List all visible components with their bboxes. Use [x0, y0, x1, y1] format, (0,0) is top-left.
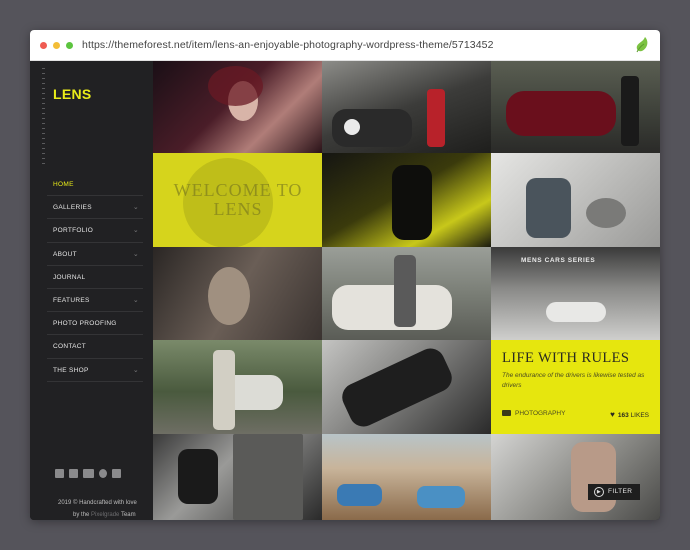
- flickr-icon[interactable]: [112, 469, 121, 478]
- chevron-down-icon: ⌄: [132, 227, 139, 235]
- portrait-face-image: [208, 267, 250, 325]
- menu-item-label: ABOUT: [53, 250, 77, 258]
- browser-window: https://themeforest.net/item/lens-an-enj…: [30, 30, 660, 520]
- photo-tile-bw-portrait[interactable]: [153, 247, 322, 340]
- menu-item-label: HOME: [53, 181, 74, 188]
- footer-credit-suffix: Team: [120, 512, 136, 518]
- menu-item-label: THE SHOP: [53, 366, 89, 374]
- filter-button-label: FILTER: [608, 488, 633, 495]
- feature-category-label: PHOTOGRAPHY: [515, 410, 566, 417]
- feature-category[interactable]: PHOTOGRAPHY: [502, 410, 565, 417]
- photo-tile-neon-yellow-woman[interactable]: [322, 153, 491, 247]
- tattooed-back-image: [571, 442, 616, 512]
- photo-tile-overturned-car[interactable]: [322, 340, 491, 434]
- menu-item-portfolio[interactable]: PORTFOLIO ⌄: [47, 219, 143, 243]
- photo-tile-bw-woman-chair[interactable]: [153, 434, 322, 520]
- car-wheel-image: [586, 198, 626, 228]
- feature-description: The endurance of the drivers is likewise…: [502, 372, 645, 389]
- red-hair-image: [208, 66, 263, 106]
- welcome-tile[interactable]: WELCOME TO LENS: [153, 153, 322, 247]
- menu-item-label: PHOTO PROOFING: [53, 320, 117, 328]
- photo-tile-man-white-car[interactable]: [322, 247, 491, 340]
- skype-icon[interactable]: [99, 469, 107, 478]
- chevron-down-icon: ⌄: [132, 204, 139, 212]
- menu-item-photo-proofing[interactable]: PHOTO PROOFING: [47, 312, 143, 336]
- photo-tile-crouching-woman[interactable]: [491, 153, 660, 247]
- site-logo[interactable]: LENS: [53, 86, 92, 102]
- main-menu: HOME GALLERIES ⌄ PORTFOLIO ⌄ ABOUT ⌄ JOURNA…: [47, 173, 143, 382]
- man-standing-image: [621, 76, 639, 146]
- woman-standing-image: [213, 350, 235, 430]
- footer-credit: by the Pixelgrade Team: [73, 512, 136, 518]
- footer-copyright: 2019 © Handcrafted with love: [58, 500, 137, 506]
- race-number-image: [344, 119, 360, 135]
- photo-tile-red-hair-portrait[interactable]: [153, 61, 322, 153]
- woman-chair-image: [178, 449, 218, 504]
- sidebar: LENS HOME GALLERIES ⌄ PORTFOLIO ⌄ ABOUT ⌄ J…: [30, 61, 153, 520]
- likes-count: 163: [617, 412, 629, 419]
- menu-item-label: CONTACT: [53, 343, 87, 351]
- menu-item-about[interactable]: ABOUT ⌄: [47, 243, 143, 266]
- browser-titlebar: https://themeforest.net/item/lens-an-enj…: [30, 30, 660, 61]
- photo-grid: WELCOME TO LENS MENS CARS SERIES LIFE WI…: [153, 61, 660, 520]
- white-classic-car-image: [332, 285, 452, 330]
- welcome-line-1: WELCOME TO: [173, 180, 303, 200]
- photo-tile-blue-classic-cars[interactable]: [322, 434, 491, 520]
- likes-label: LIKES: [630, 412, 649, 419]
- menu-item-the-shop[interactable]: THE SHOP ⌄: [47, 359, 143, 382]
- overturned-car-image: [337, 343, 457, 432]
- menu-item-journal[interactable]: JOURNAL: [47, 266, 143, 289]
- maximize-window-button[interactable]: [66, 42, 73, 49]
- blue-car-1-image: [337, 484, 382, 506]
- menu-item-contact[interactable]: CONTACT: [47, 335, 143, 359]
- white-porsche-image: [546, 302, 606, 322]
- filter-button[interactable]: ▶ FILTER: [588, 484, 640, 500]
- heart-icon: ♥: [610, 410, 615, 419]
- red-suv-image: [506, 91, 616, 136]
- footer-credit-prefix: by the: [73, 512, 90, 518]
- envato-leaf-icon: [636, 37, 648, 53]
- featured-gallery-card[interactable]: LIFE WITH RULES The endurance of the dri…: [491, 340, 660, 434]
- photo-tile-vintage-racecar-couple[interactable]: [322, 61, 491, 153]
- address-bar[interactable]: https://themeforest.net/item/lens-an-enj…: [82, 39, 494, 51]
- cars-series-label: MENS CARS SERIES: [521, 257, 596, 264]
- behance-icon[interactable]: [83, 469, 94, 478]
- close-window-button[interactable]: [40, 42, 47, 49]
- photo-tile-mens-cars-series[interactable]: MENS CARS SERIES: [491, 247, 660, 340]
- welcome-heading: WELCOME TO LENS: [163, 181, 313, 219]
- feature-title[interactable]: LIFE WITH RULES: [502, 350, 629, 367]
- menu-item-label: GALLERIES: [53, 204, 92, 212]
- woman-silhouette-image: [392, 165, 432, 240]
- menu-item-label: JOURNAL: [53, 273, 86, 281]
- doorway-image: [233, 434, 303, 520]
- man-hat-image: [394, 255, 416, 327]
- menu-item-label: FEATURES: [53, 296, 90, 304]
- scroll-ticks: [42, 68, 45, 168]
- photo-tile-tattooed-man[interactable]: ▶ FILTER: [491, 434, 660, 520]
- folder-icon: [502, 410, 511, 416]
- menu-item-galleries[interactable]: GALLERIES ⌄: [47, 196, 143, 220]
- crouching-woman-image: [526, 178, 571, 238]
- filter-icon: ▶: [594, 487, 604, 497]
- chevron-down-icon: ⌄: [132, 366, 139, 374]
- facebook-icon[interactable]: [69, 469, 78, 478]
- photo-tile-red-suv[interactable]: [491, 61, 660, 153]
- footer-brand-link[interactable]: Pixelgrade: [91, 512, 119, 518]
- menu-item-label: PORTFOLIO: [53, 227, 94, 235]
- minimize-window-button[interactable]: [53, 42, 60, 49]
- welcome-line-2: LENS: [213, 199, 263, 219]
- chevron-down-icon: ⌄: [132, 250, 139, 258]
- chevron-down-icon: ⌄: [132, 296, 139, 304]
- photo-tile-woman-white-car[interactable]: [153, 340, 322, 434]
- feature-likes[interactable]: ♥ 163 LIKES: [610, 410, 649, 419]
- woman-red-dress-image: [427, 89, 445, 147]
- menu-item-features[interactable]: FEATURES ⌄: [47, 289, 143, 313]
- twitter-icon[interactable]: [55, 469, 64, 478]
- menu-item-home[interactable]: HOME: [47, 173, 143, 197]
- blue-car-2-image: [417, 486, 465, 508]
